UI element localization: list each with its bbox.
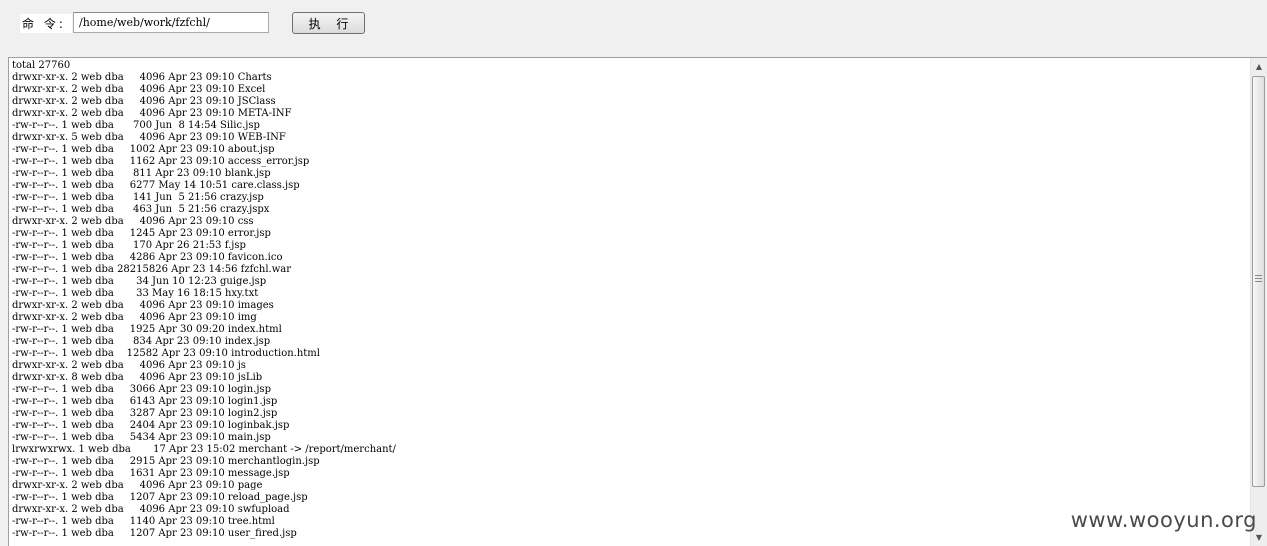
command-label: 命 令: [20, 14, 72, 33]
output-line: -rw-r--r--. 1 web dba 6143 Apr 23 09:10 … [12, 396, 278, 407]
output-line: -rw-r--r--. 1 web dba 28215826 Apr 23 14… [12, 264, 292, 275]
output-line: -rw-r--r--. 1 web dba 1245 Apr 23 09:10 … [12, 228, 271, 239]
watermark: www.wooyun.org [1070, 508, 1257, 532]
output-line: drwxr-xr-x. 2 web dba 4096 Apr 23 09:10 … [12, 72, 272, 83]
output-line: -rw-r--r--. 1 web dba 6277 May 14 10:51 … [12, 180, 300, 191]
output-line: drwxr-xr-x. 2 web dba 4096 Apr 23 09:10 … [12, 480, 263, 491]
output-line: -rw-r--r--. 1 web dba 5434 Apr 23 09:10 … [12, 432, 271, 443]
grip-icon [1255, 275, 1262, 282]
output-line: -rw-r--r--. 1 web dba 1002 Apr 23 09:10 … [12, 144, 275, 155]
output-line: -rw-r--r--. 1 web dba 834 Apr 23 09:10 i… [12, 336, 271, 347]
output-line: drwxr-xr-x. 2 web dba 4096 Apr 23 09:10 … [12, 360, 246, 371]
output-line: drwxr-xr-x. 2 web dba 4096 Apr 23 09:10 … [12, 108, 292, 119]
output-line: -rw-r--r--. 1 web dba 12582 Apr 23 09:10… [12, 348, 320, 359]
output-line: -rw-r--r--. 1 web dba 141 Jun 5 21:56 cr… [12, 192, 264, 203]
output-line: total 27760 [12, 60, 71, 71]
output-line: -rw-r--r--. 1 web dba 1140 Apr 23 09:10 … [12, 516, 275, 527]
scroll-up-arrow-icon[interactable]: ▲ [1251, 58, 1267, 75]
output-line: drwxr-xr-x. 8 web dba 4096 Apr 23 09:10 … [12, 372, 263, 383]
output-line: drwxr-xr-x. 2 web dba 4096 Apr 23 09:10 … [12, 504, 290, 515]
output-line: lrwxrwxrwx. 1 web dba 17 Apr 23 15:02 me… [12, 444, 396, 455]
output-line: drwxr-xr-x. 5 web dba 4096 Apr 23 09:10 … [12, 132, 286, 143]
output-line: -rw-r--r--. 1 web dba 34 Jun 10 12:23 gu… [12, 276, 267, 287]
scroll-thumb[interactable] [1252, 76, 1265, 487]
output-textarea[interactable]: total 27760 drwxr-xr-x. 2 web dba 4096 A… [8, 57, 1267, 546]
webshell-window: 命 令: 执 行 total 27760 drwxr-xr-x. 2 web d… [0, 0, 1267, 546]
output-line: -rw-r--r--. 1 web dba 2404 Apr 23 09:10 … [12, 420, 290, 431]
output-line: drwxr-xr-x. 2 web dba 4096 Apr 23 09:10 … [12, 300, 274, 311]
output-line: -rw-r--r--. 1 web dba 2915 Apr 23 09:10 … [12, 456, 320, 467]
output-line: drwxr-xr-x. 2 web dba 4096 Apr 23 09:10 … [12, 216, 254, 227]
output-line: -rw-r--r--. 1 web dba 1207 Apr 23 09:10 … [12, 492, 308, 503]
output-line: -rw-r--r--. 1 web dba 811 Apr 23 09:10 b… [12, 168, 271, 179]
vertical-scrollbar[interactable]: ▲ ▼ [1250, 58, 1267, 546]
output-line: drwxr-xr-x. 2 web dba 4096 Apr 23 09:10 … [12, 84, 266, 95]
output-line: -rw-r--r--. 1 web dba 1207 Apr 23 09:10 … [12, 528, 297, 539]
execute-button[interactable]: 执 行 [292, 12, 365, 34]
output-line: -rw-r--r--. 1 web dba 3066 Apr 23 09:10 … [12, 384, 271, 395]
output-line: -rw-r--r--. 1 web dba 1162 Apr 23 09:10 … [12, 156, 310, 167]
output-line: -rw-r--r--. 1 web dba 33 May 16 18:15 hx… [12, 288, 259, 299]
output-line: drwxr-xr-x. 2 web dba 4096 Apr 23 09:10 … [12, 96, 276, 107]
output-line: -rw-r--r--. 1 web dba 4286 Apr 23 09:10 … [12, 252, 283, 263]
output-line: -rw-r--r--. 1 web dba 1631 Apr 23 09:10 … [12, 468, 290, 479]
command-input[interactable] [73, 12, 269, 33]
output-line: -rw-r--r--. 1 web dba 463 Jun 5 21:56 cr… [12, 204, 270, 215]
output-line: drwxr-xr-x. 2 web dba 4096 Apr 23 09:10 … [12, 312, 257, 323]
output-line: -rw-r--r--. 1 web dba 3287 Apr 23 09:10 … [12, 408, 278, 419]
output-line: -rw-r--r--. 1 web dba 170 Apr 26 21:53 f… [12, 240, 246, 251]
output-line: -rw-r--r--. 1 web dba 1925 Apr 30 09:20 … [12, 324, 282, 335]
command-bar: 命 令: 执 行 [0, 0, 1267, 56]
output-line: -rw-r--r--. 1 web dba 700 Jun 8 14:54 Si… [12, 120, 260, 131]
output-text: total 27760 drwxr-xr-x. 2 web dba 4096 A… [12, 60, 396, 540]
